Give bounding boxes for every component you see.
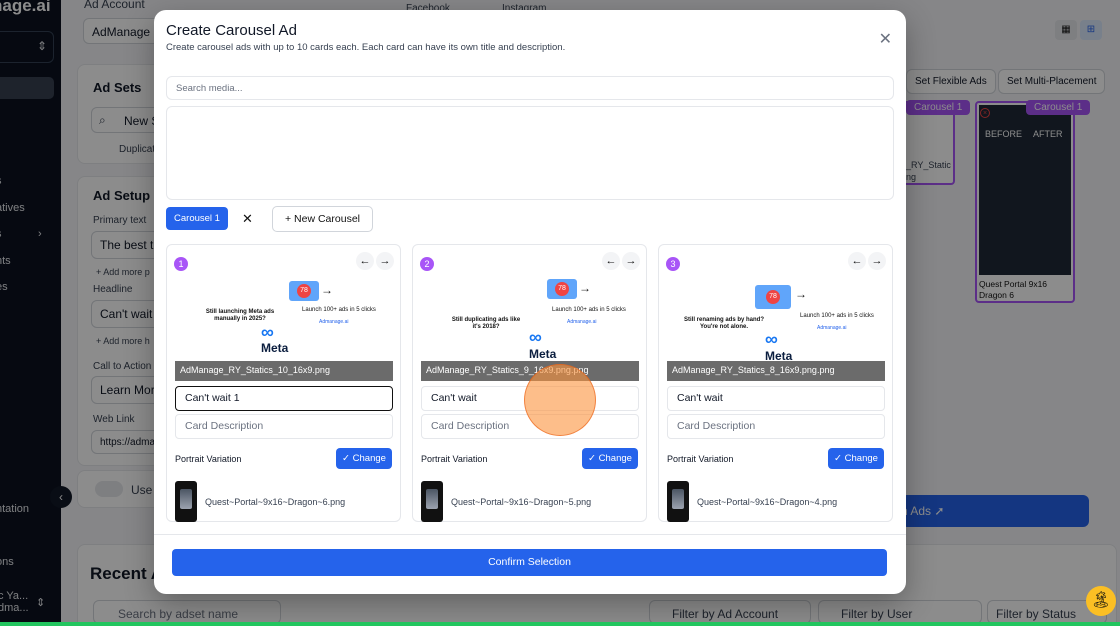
arrow-left-icon[interactable]: ← bbox=[356, 252, 374, 270]
portrait-filename: Quest~Portal~9x16~Dragon~5.png bbox=[451, 497, 592, 507]
card-number-badge: 1 bbox=[174, 257, 188, 271]
confirm-selection-button[interactable]: Confirm Selection bbox=[172, 549, 887, 576]
card-filename: AdManage_RY_Statics_10_16x9.png bbox=[175, 361, 393, 381]
bottom-progress-bar bbox=[0, 622, 1120, 626]
arrow-icon: → bbox=[795, 287, 807, 301]
new-carousel-button[interactable]: + New Carousel bbox=[272, 206, 373, 232]
carousel-modal: Create Carousel Ad Create carousel ads w… bbox=[154, 10, 906, 594]
meta-logo-icon: ∞ bbox=[765, 329, 778, 349]
portrait-thumbnail bbox=[667, 481, 689, 522]
media-search-input[interactable]: Search media... bbox=[166, 76, 894, 100]
card-number-badge: 2 bbox=[420, 257, 434, 271]
change-button[interactable]: ✓ Change bbox=[828, 448, 884, 469]
carousel-card: 1 ← → 78 → Still launching Meta ads manua… bbox=[166, 244, 401, 522]
portrait-filename: Quest~Portal~9x16~Dragon~4.png bbox=[697, 497, 838, 507]
arrow-left-icon[interactable]: ← bbox=[848, 252, 866, 270]
close-icon[interactable]: ✕ bbox=[879, 29, 892, 49]
portrait-filename: Quest~Portal~9x16~Dragon~6.png bbox=[205, 497, 346, 507]
portrait-variation-label: Portrait Variation bbox=[421, 454, 488, 464]
portrait-variation-label: Portrait Variation bbox=[667, 454, 734, 464]
portrait-thumbnail bbox=[175, 481, 197, 522]
portrait-thumbnail bbox=[421, 481, 443, 522]
arrow-left-icon[interactable]: ← bbox=[602, 252, 620, 270]
folder-icon: 78 bbox=[289, 281, 319, 301]
arrow-icon: → bbox=[579, 281, 591, 295]
divider bbox=[154, 534, 906, 535]
card-filename: AdManage_RY_Statics_8_16x9.png.png bbox=[667, 361, 885, 381]
cursor-highlight bbox=[524, 364, 596, 436]
arrow-icon: → bbox=[321, 283, 333, 297]
media-grid bbox=[166, 106, 894, 200]
change-button[interactable]: ✓ Change bbox=[336, 448, 392, 469]
arrow-right-icon[interactable]: → bbox=[868, 252, 886, 270]
check-icon: ✓ bbox=[588, 453, 597, 464]
meta-logo-icon: ∞ bbox=[261, 322, 274, 342]
arrow-right-icon[interactable]: → bbox=[376, 252, 394, 270]
modal-subtitle: Create carousel ads with up to 10 cards … bbox=[166, 42, 566, 53]
card-number-badge: 3 bbox=[666, 257, 680, 271]
modal-title: Create Carousel Ad bbox=[166, 22, 297, 39]
change-button[interactable]: ✓ Change bbox=[582, 448, 638, 469]
arrow-right-icon[interactable]: → bbox=[622, 252, 640, 270]
card-title-input[interactable]: Can't wait bbox=[667, 386, 885, 411]
tab-carousel-1[interactable]: Carousel 1 bbox=[166, 207, 228, 230]
check-icon: ✓ bbox=[834, 453, 843, 464]
remove-carousel-icon[interactable]: ✕ bbox=[242, 211, 253, 227]
folder-icon: 78 bbox=[755, 285, 791, 309]
meta-logo-icon: ∞ bbox=[529, 327, 542, 347]
portrait-variation-label: Portrait Variation bbox=[175, 454, 242, 464]
card-description-input[interactable]: Card Description bbox=[667, 414, 885, 439]
beach-icon[interactable]: 🏝 bbox=[1086, 586, 1116, 616]
card-title-input[interactable]: Can't wait 1 bbox=[175, 386, 393, 411]
card-description-input[interactable]: Card Description bbox=[175, 414, 393, 439]
folder-icon: 78 bbox=[547, 279, 577, 299]
carousel-card: 3 ← → 78 → Still renaming ads by hand? Yo… bbox=[658, 244, 893, 522]
check-icon: ✓ bbox=[342, 453, 351, 464]
